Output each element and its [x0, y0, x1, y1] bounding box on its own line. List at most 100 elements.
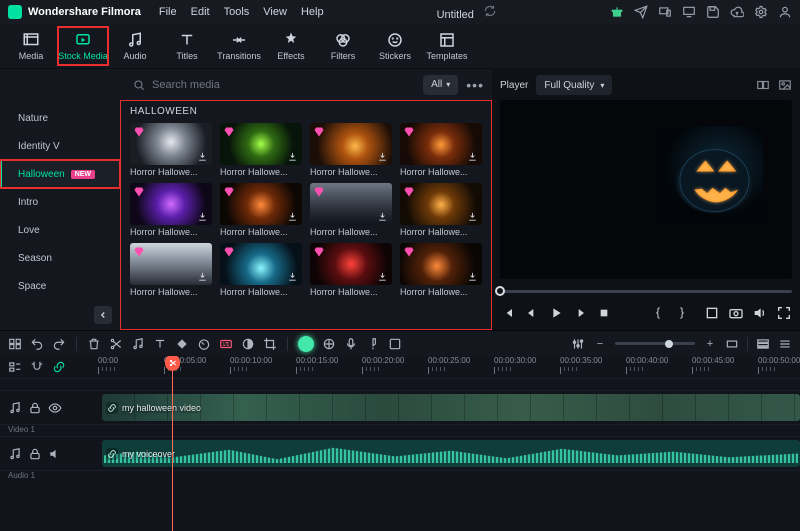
timeline-settings-icon[interactable] — [778, 337, 792, 351]
muted-audio-icon[interactable] — [8, 401, 22, 415]
undo-icon[interactable] — [30, 337, 44, 351]
crop-button[interactable] — [704, 305, 720, 321]
stop-button[interactable] — [596, 305, 612, 321]
sidebar-item-halloween[interactable]: Halloween NEW — [0, 160, 120, 188]
gift-icon[interactable] — [610, 5, 624, 19]
scrubber-knob[interactable] — [495, 286, 505, 296]
settings-icon[interactable] — [754, 5, 768, 19]
mark-out-button[interactable]: } — [680, 305, 696, 321]
sidebar-item-nature[interactable]: Nature — [0, 104, 120, 132]
tab-media[interactable]: Media — [6, 27, 56, 65]
visibility-icon[interactable] — [48, 401, 62, 415]
tab-audio[interactable]: Audio — [110, 27, 160, 65]
playhead[interactable] — [172, 356, 173, 531]
menu-file[interactable]: File — [159, 6, 177, 18]
menu-tools[interactable]: Tools — [224, 6, 250, 18]
stock-card[interactable]: Horror Hallowe... — [130, 243, 212, 297]
video-clip[interactable]: my halloween video — [102, 394, 800, 421]
track-manage-icon[interactable] — [8, 360, 22, 374]
subtitle-icon[interactable] — [219, 337, 233, 351]
download-icon[interactable] — [287, 271, 298, 282]
text-icon[interactable] — [153, 337, 167, 351]
split-icon[interactable] — [109, 337, 123, 351]
link-icon[interactable] — [52, 360, 66, 374]
audio-track-icon[interactable] — [8, 447, 22, 461]
snapshot-button[interactable] — [728, 305, 744, 321]
menu-help[interactable]: Help — [301, 6, 324, 18]
send-icon[interactable] — [634, 5, 648, 19]
volume-button[interactable] — [752, 305, 768, 321]
audio-beat-icon[interactable] — [131, 337, 145, 351]
download-icon[interactable] — [377, 211, 388, 222]
preview-viewport[interactable] — [500, 100, 792, 279]
tab-templates[interactable]: Templates — [422, 27, 472, 65]
filter-all[interactable]: All ▾ — [423, 75, 458, 95]
timeline[interactable]: 00:00 00:00:05:00 00:00:10:00 00:00:15:0… — [0, 356, 800, 531]
tab-filters[interactable]: Filters — [318, 27, 368, 65]
fullscreen-button[interactable] — [776, 305, 792, 321]
tab-stickers[interactable]: Stickers — [370, 27, 420, 65]
download-icon[interactable] — [197, 211, 208, 222]
next-frame-button[interactable] — [572, 305, 588, 321]
sidebar-item-intro[interactable]: Intro — [0, 188, 120, 216]
mute-icon[interactable] — [48, 447, 62, 461]
zoom-slider[interactable] — [615, 342, 695, 345]
stock-card[interactable]: Horror Hallowe... — [400, 243, 482, 297]
download-icon[interactable] — [467, 211, 478, 222]
mark-in-button[interactable]: { — [656, 305, 672, 321]
stock-card[interactable]: Horror Hallowe... — [310, 183, 392, 237]
timeline-layout-icon[interactable] — [756, 337, 770, 351]
stock-card[interactable]: Horror Hallowe... — [220, 123, 302, 177]
download-icon[interactable] — [377, 151, 388, 162]
lock-icon[interactable] — [28, 401, 42, 415]
keyframe-icon[interactable] — [175, 337, 189, 351]
zoom-knob[interactable] — [665, 340, 673, 348]
record-button[interactable] — [298, 336, 314, 352]
download-icon[interactable] — [377, 271, 388, 282]
sidebar-item-season[interactable]: Season — [0, 244, 120, 272]
compare-view-icon[interactable] — [756, 78, 770, 92]
marker-add-icon[interactable] — [366, 337, 380, 351]
time-ruler[interactable]: 00:00 00:00:05:00 00:00:10:00 00:00:15:0… — [98, 356, 800, 378]
redo-icon[interactable] — [52, 337, 66, 351]
chroma-key-icon[interactable] — [322, 337, 336, 351]
stock-card[interactable]: Horror Hallowe... — [130, 123, 212, 177]
go-start-button[interactable] — [500, 305, 516, 321]
quality-dropdown[interactable]: Full Quality ▾ — [536, 75, 612, 95]
more-tools-icon[interactable] — [388, 337, 402, 351]
download-icon[interactable] — [287, 151, 298, 162]
crop-tool-icon[interactable] — [263, 337, 277, 351]
zoom-in-icon[interactable]: + — [703, 337, 717, 351]
player-scrubber[interactable] — [500, 284, 792, 298]
tab-stock-media[interactable]: Stock Media — [58, 27, 108, 65]
play-button[interactable] — [548, 305, 564, 321]
menu-edit[interactable]: Edit — [191, 6, 210, 18]
zoom-fit-icon[interactable] — [725, 337, 739, 351]
stock-card[interactable]: Horror Hallowe... — [310, 123, 392, 177]
tab-titles[interactable]: Titles — [162, 27, 212, 65]
download-icon[interactable] — [467, 271, 478, 282]
stock-card[interactable]: Horror Hallowe... — [220, 183, 302, 237]
mixer-icon[interactable] — [571, 337, 585, 351]
picture-icon[interactable] — [778, 78, 792, 92]
color-icon[interactable] — [241, 337, 255, 351]
collapse-sidebar-button[interactable] — [94, 306, 112, 324]
video-track[interactable]: Video 1 my halloween video — [0, 390, 800, 424]
playhead-handle[interactable] — [165, 356, 180, 371]
tab-transitions[interactable]: Transitions — [214, 27, 264, 65]
download-icon[interactable] — [197, 151, 208, 162]
sidebar-item-space[interactable]: Space — [0, 272, 120, 300]
more-options-icon[interactable]: ••• — [466, 77, 484, 93]
stock-card[interactable]: Horror Hallowe... — [310, 243, 392, 297]
download-icon[interactable] — [467, 151, 478, 162]
delete-icon[interactable] — [87, 337, 101, 351]
prev-frame-button[interactable] — [524, 305, 540, 321]
magnet-icon[interactable] — [30, 360, 44, 374]
devices-icon[interactable] — [658, 5, 672, 19]
lock-icon[interactable] — [28, 447, 42, 461]
search-input[interactable]: Search media — [132, 74, 415, 96]
menu-view[interactable]: View — [263, 6, 287, 18]
cloud-upload-icon[interactable] — [730, 5, 744, 19]
audio-track[interactable]: Audio 1 my voiceover — [0, 436, 800, 470]
download-icon[interactable] — [197, 271, 208, 282]
